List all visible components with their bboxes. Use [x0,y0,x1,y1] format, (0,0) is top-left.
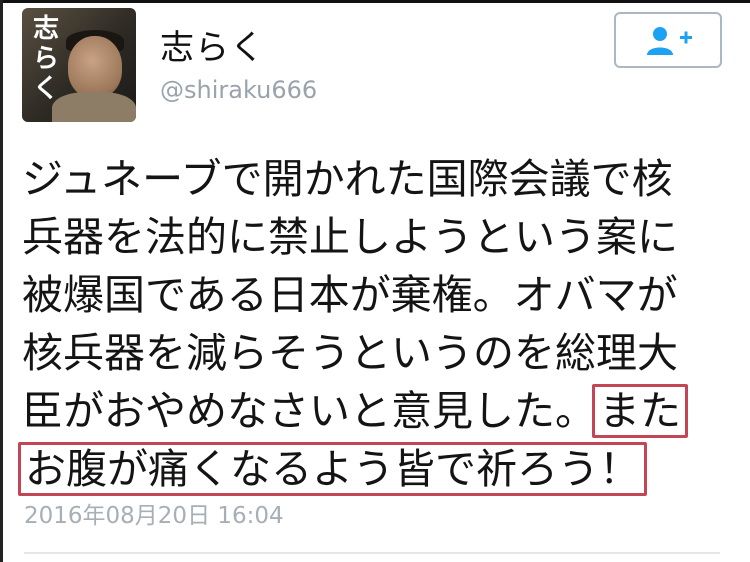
tweet-line-text: 臣がおやめなさいと意見した。 [22,387,596,435]
tweet-line-6: お腹が痛くなるよう皆で祈ろう！ [18,440,732,498]
avatar-label-char: ら [32,44,59,74]
avatar-label-char: 志 [32,14,59,44]
avatar-label-char: く [32,74,59,104]
avatar-body [52,92,136,122]
top-edge-bar [0,0,750,3]
tweet-line: 兵器を法的に禁止しようという案に [22,213,678,261]
tweet-text: ジュネーブで開かれた国際会議で核 兵器を法的に禁止しようという案に 被爆国である… [18,150,732,498]
tweet-line: 核兵器を減らそうというのを総理大 [22,329,678,377]
follow-button[interactable] [614,12,722,68]
avatar-face [68,36,122,98]
left-edge-bar [0,0,3,562]
divider [24,552,720,554]
highlight-box-top: また [592,384,688,438]
tweet-line: 被爆国である日本が棄権。オバマが [22,271,678,319]
tweet-line-5: 臣がおやめなさいと意見した。また [22,382,732,440]
avatar-label: 志 ら く [28,14,64,104]
avatar[interactable]: 志 ら く [22,8,136,122]
highlight-box-bottom: お腹が痛くなるよう皆で祈ろう！ [18,442,647,496]
tweet-line: ジュネーブで開かれた国際会議で核 [22,155,673,203]
tweet-timestamp[interactable]: 2016年08月20日 16:04 [24,496,284,530]
display-name[interactable]: 志らく [160,20,265,69]
user-handle[interactable]: @shiraku666 [160,76,317,104]
add-user-icon [647,27,692,55]
